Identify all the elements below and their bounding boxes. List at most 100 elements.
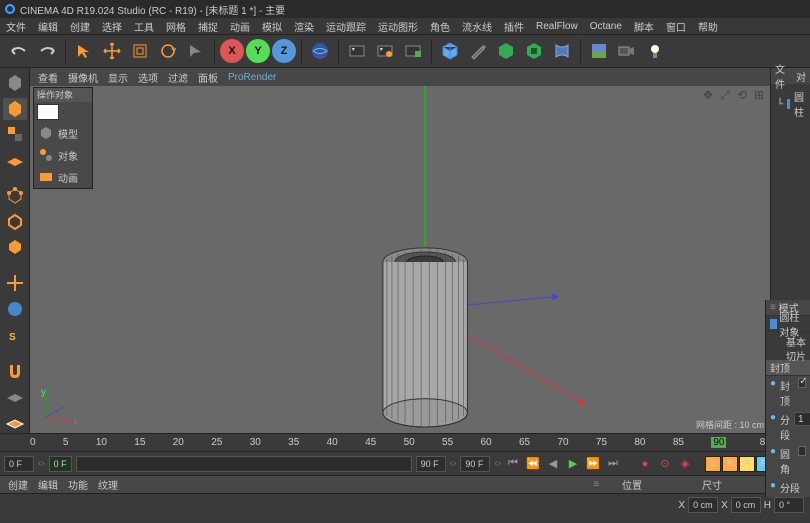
coord-x-pos[interactable]: 0 cm — [688, 497, 718, 513]
vp-panel[interactable]: 面板 — [198, 70, 218, 85]
segments-field[interactable]: 1 — [794, 412, 810, 426]
vp-filter[interactable]: 过滤 — [168, 70, 188, 85]
menu-simulate[interactable]: 模拟 — [262, 19, 282, 34]
model-mode[interactable] — [3, 98, 27, 121]
goto-start[interactable]: ⏮ — [505, 456, 521, 472]
keyframe-sel[interactable]: ◈ — [677, 456, 693, 472]
fillet-checkbox[interactable] — [798, 446, 806, 456]
scale-tool[interactable] — [127, 38, 153, 64]
menu-motiontrack[interactable]: 运动跟踪 — [326, 19, 366, 34]
palette-model[interactable]: 模型 — [34, 122, 92, 144]
tl-end-field[interactable]: 90 F — [460, 456, 490, 472]
primitive-pen[interactable] — [465, 38, 491, 64]
menu-mesh[interactable]: 网格 — [166, 19, 186, 34]
undo-button[interactable] — [6, 38, 32, 64]
coord-h-rot[interactable]: 0 ° — [774, 497, 804, 513]
palette-object[interactable]: 对象 — [34, 144, 92, 166]
vp-rotate-icon[interactable]: ⟲ — [735, 88, 749, 102]
texture-mode[interactable] — [3, 123, 27, 146]
render-settings[interactable] — [400, 38, 426, 64]
btab-edit[interactable]: 编辑 — [38, 477, 58, 492]
environment-tool[interactable] — [586, 38, 612, 64]
axis-mode[interactable] — [3, 272, 27, 295]
tl-start-field[interactable]: 0 F — [4, 456, 34, 472]
render-region[interactable] — [372, 38, 398, 64]
axis-x-toggle[interactable]: X — [220, 39, 244, 63]
vp-display[interactable]: 显示 — [108, 70, 128, 85]
points-mode[interactable] — [3, 185, 27, 208]
light-tool[interactable] — [642, 38, 668, 64]
locked-workplane[interactable] — [3, 385, 27, 408]
attr-tab-basic[interactable]: 基本 — [766, 332, 810, 346]
snap-toggle[interactable]: S — [3, 323, 27, 346]
deformer-tool[interactable] — [549, 38, 575, 64]
workplane-mode[interactable] — [3, 149, 27, 172]
last-tool[interactable] — [183, 38, 209, 64]
timeline-track[interactable] — [76, 456, 412, 472]
seal-checkbox[interactable] — [798, 378, 806, 388]
menu-script[interactable]: 脚本 — [634, 19, 654, 34]
menu-file[interactable]: 文件 — [6, 19, 26, 34]
coord-x-size[interactable]: 0 cm — [731, 497, 761, 513]
palette-anim[interactable]: 动画 — [34, 166, 92, 188]
redo-button[interactable] — [34, 38, 60, 64]
polygons-mode[interactable] — [3, 236, 27, 259]
make-editable[interactable] — [3, 72, 27, 95]
menu-character[interactable]: 角色 — [430, 19, 450, 34]
tl-current-field[interactable]: 0 F — [49, 456, 72, 472]
magnet-tool[interactable] — [3, 359, 27, 382]
viewport-3d[interactable]: ✥ ⤢ ⟲ ⊞ — [30, 86, 770, 433]
tweak-mode[interactable] — [3, 298, 27, 321]
vp-zoom-icon[interactable]: ⤢ — [718, 88, 732, 102]
btab-texture[interactable]: 纹理 — [98, 477, 118, 492]
menu-animate[interactable]: 动画 — [230, 19, 250, 34]
menu-select[interactable]: 选择 — [102, 19, 122, 34]
menu-snap[interactable]: 捕捉 — [198, 19, 218, 34]
coord-system[interactable] — [307, 38, 333, 64]
object-item-cylinder[interactable]: ┗ 圆柱 — [775, 88, 806, 120]
axis-y-toggle[interactable]: Y — [246, 39, 270, 63]
tl-mid-field[interactable]: 90 F — [416, 456, 446, 472]
menu-help[interactable]: 帮助 — [698, 19, 718, 34]
prev-key[interactable]: ⏪ — [525, 456, 541, 472]
btab-create[interactable]: 创建 — [8, 477, 28, 492]
vp-prorender[interactable]: ProRender — [228, 72, 276, 83]
planar-workplane[interactable] — [3, 411, 27, 434]
vp-camera[interactable]: 摄像机 — [68, 70, 98, 85]
kf-rot[interactable]: R — [722, 456, 738, 472]
palette-swatch[interactable] — [34, 102, 92, 122]
play-forward[interactable]: ▶ — [565, 456, 581, 472]
next-key[interactable]: ⏩ — [585, 456, 601, 472]
axis-z-toggle[interactable]: Z — [272, 39, 296, 63]
render-view[interactable] — [344, 38, 370, 64]
primitive-cube[interactable] — [437, 38, 463, 64]
menu-window[interactable]: 窗口 — [666, 19, 686, 34]
menu-render[interactable]: 渲染 — [294, 19, 314, 34]
generator-tool[interactable] — [521, 38, 547, 64]
edges-mode[interactable] — [3, 210, 27, 233]
menu-plugins[interactable]: 插件 — [504, 19, 524, 34]
rotate-tool[interactable] — [155, 38, 181, 64]
record-key[interactable]: ● — [637, 456, 653, 472]
play-back[interactable]: ◀ — [545, 456, 561, 472]
vp-move-icon[interactable]: ✥ — [701, 88, 715, 102]
menu-mograph[interactable]: 运动图形 — [378, 19, 418, 34]
autokey[interactable]: ⊙ — [657, 456, 673, 472]
nurbs-tool[interactable] — [493, 38, 519, 64]
attr-tab-slice[interactable]: 切片 — [766, 346, 810, 360]
menu-edit[interactable]: 编辑 — [38, 19, 58, 34]
menu-octane[interactable]: Octane — [590, 21, 622, 32]
menu-pipeline[interactable]: 流水线 — [462, 19, 492, 34]
menu-realflow[interactable]: RealFlow — [536, 21, 578, 32]
om-objects[interactable]: 对 — [796, 69, 806, 84]
camera-tool[interactable] — [614, 38, 640, 64]
kf-pos[interactable]: O — [705, 456, 721, 472]
goto-end[interactable]: ⏭ — [605, 456, 621, 472]
menu-create[interactable]: 创建 — [70, 19, 90, 34]
vp-maximize-icon[interactable]: ⊞ — [752, 88, 766, 102]
vp-view[interactable]: 查看 — [38, 70, 58, 85]
kf-psr[interactable]: P — [739, 456, 755, 472]
move-tool[interactable] — [99, 38, 125, 64]
menu-tools[interactable]: 工具 — [134, 19, 154, 34]
timeline-ruler[interactable]: 051015202530354045505560657075808590 86 … — [0, 433, 810, 451]
